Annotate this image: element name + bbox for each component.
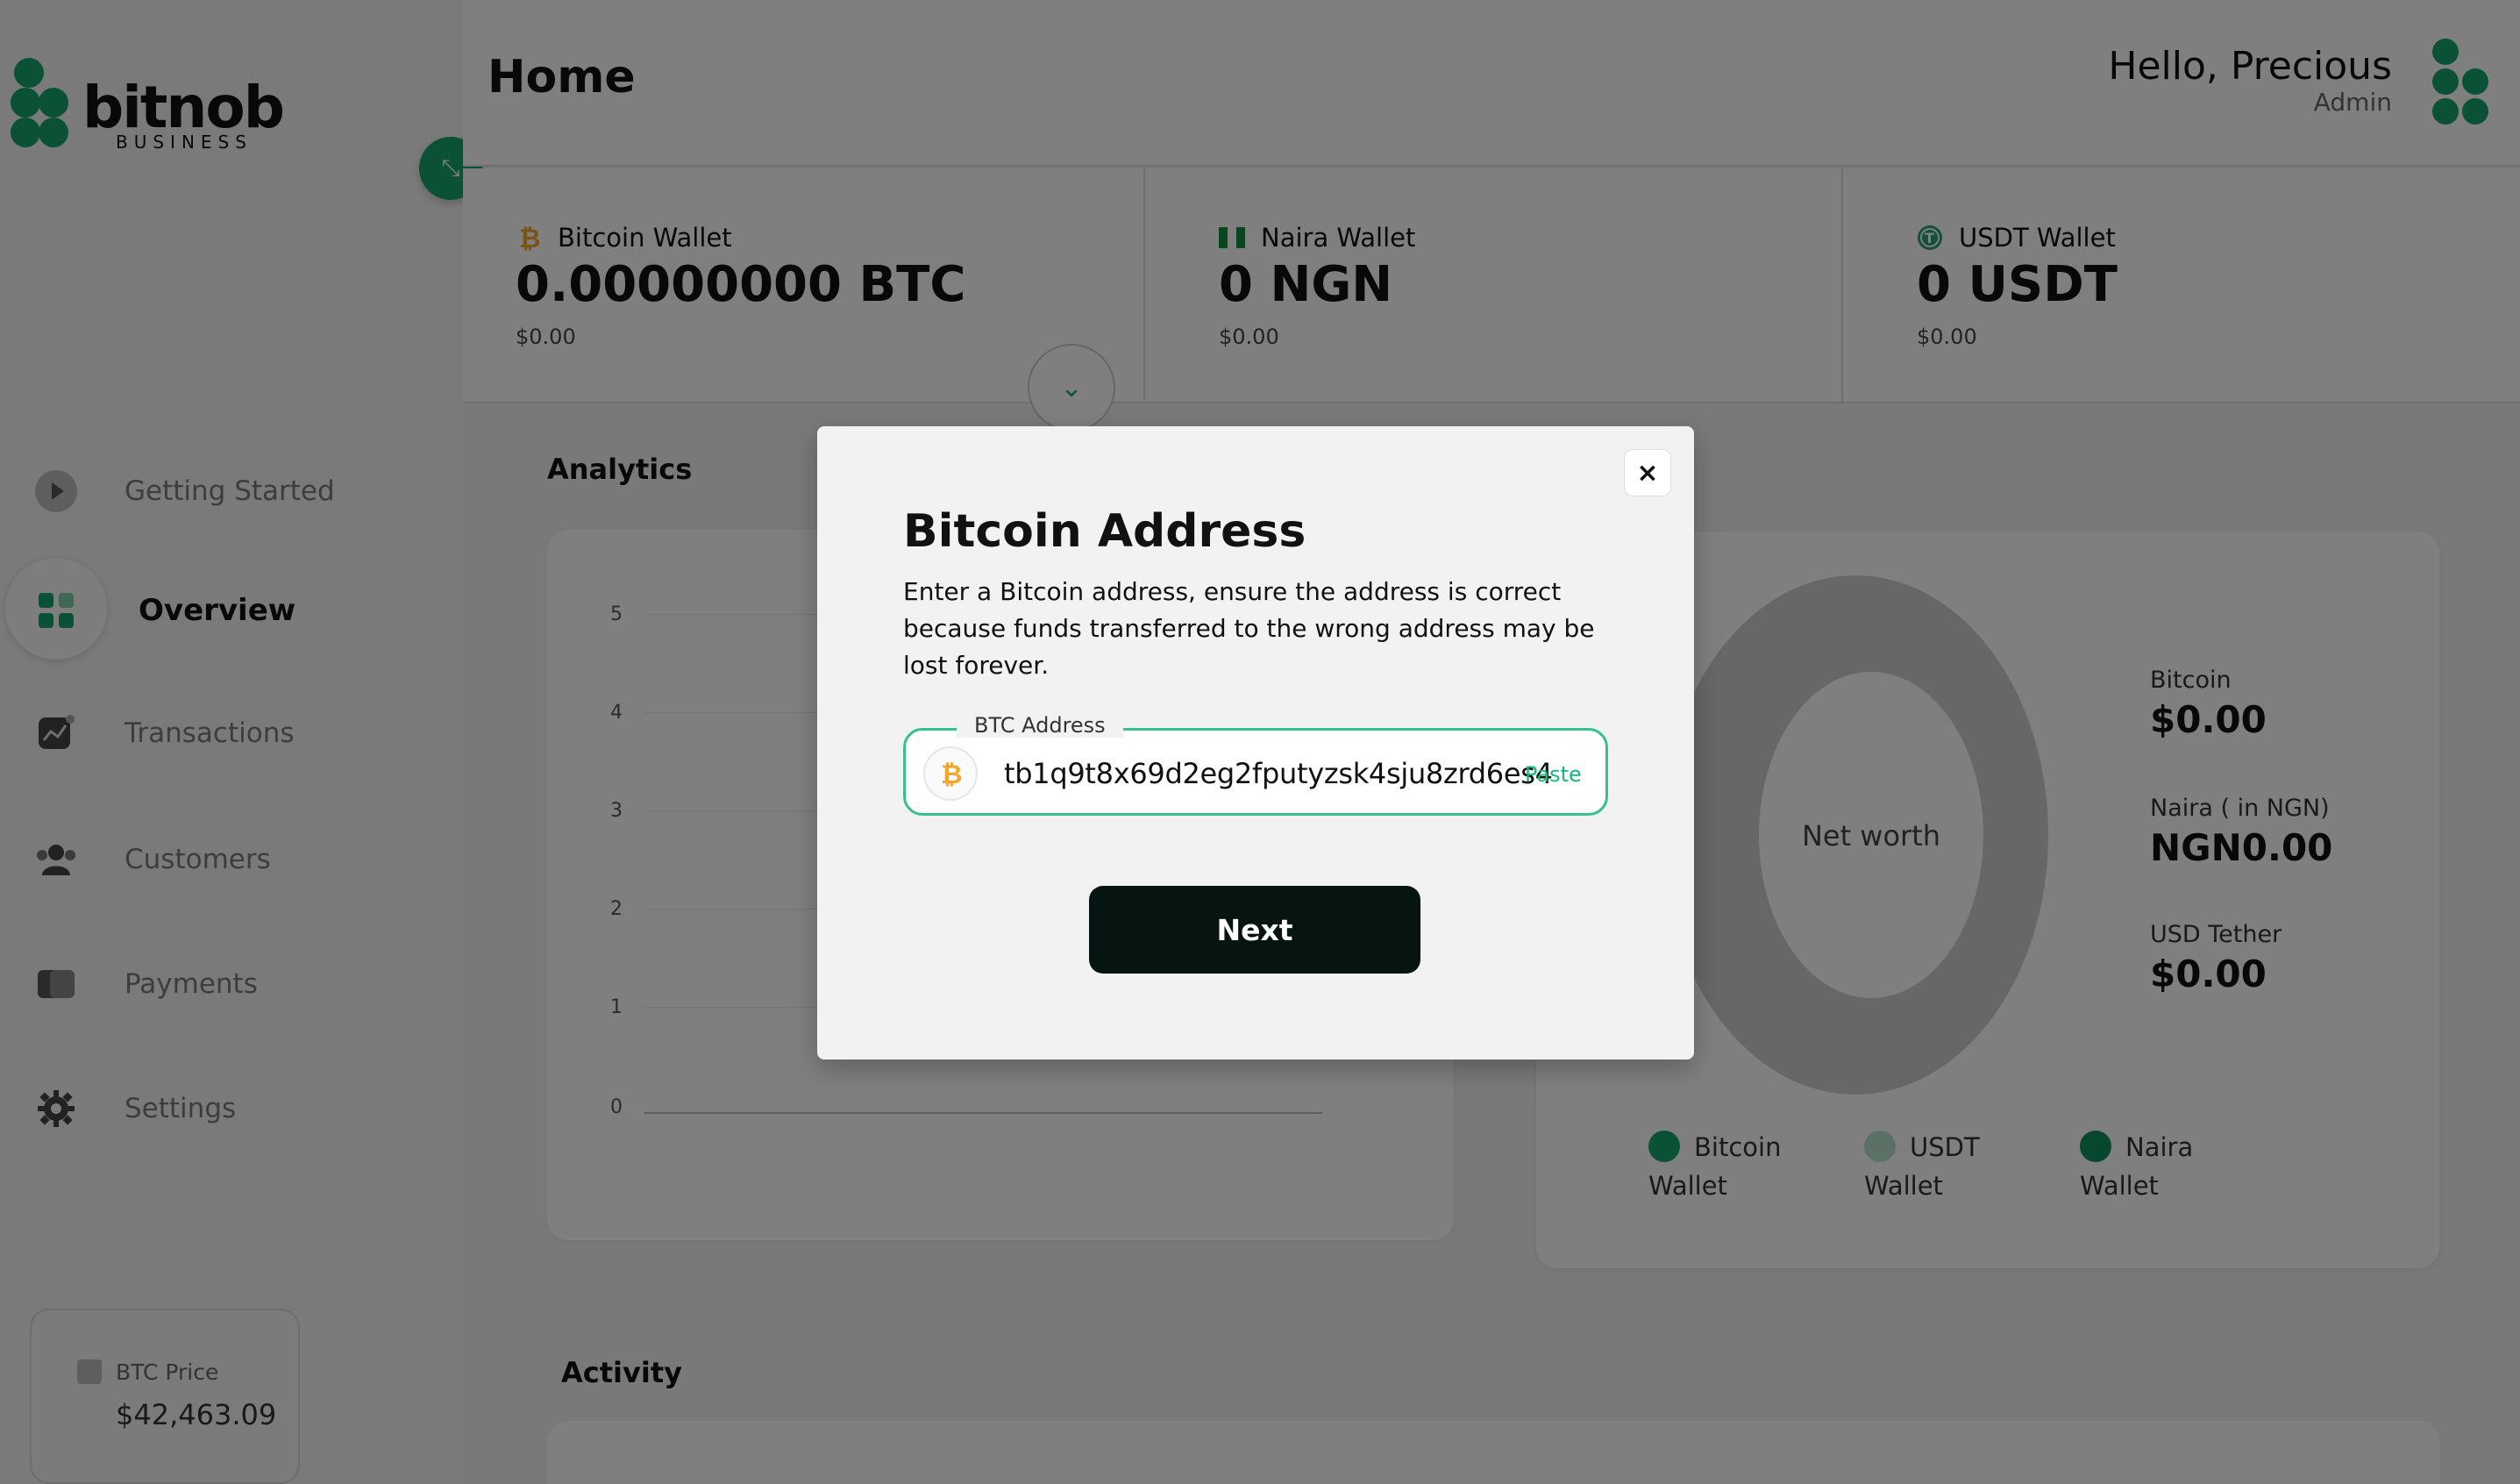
btc-address-field[interactable]: BTC Address ₿ tb1q9t8x69d2eg2fputyzsk4sj…	[903, 713, 1608, 816]
close-icon: ×	[1636, 457, 1659, 489]
paste-button[interactable]: Paste	[1525, 762, 1582, 787]
close-button[interactable]: ×	[1624, 449, 1671, 496]
svg-text:₿: ₿	[941, 760, 962, 788]
bitcoin-icon: ₿	[923, 746, 978, 801]
bitcoin-address-modal: × Bitcoin Address Enter a Bitcoin addres…	[817, 426, 1694, 1059]
btc-address-label: BTC Address	[957, 713, 1123, 738]
modal-description: Enter a Bitcoin address, ensure the addr…	[903, 577, 1595, 680]
modal-title: Bitcoin Address	[903, 505, 1306, 558]
next-button[interactable]: Next	[1089, 886, 1420, 974]
btc-address-input[interactable]: tb1q9t8x69d2eg2fputyzsk4sju8zrd6es4	[1004, 757, 1553, 790]
